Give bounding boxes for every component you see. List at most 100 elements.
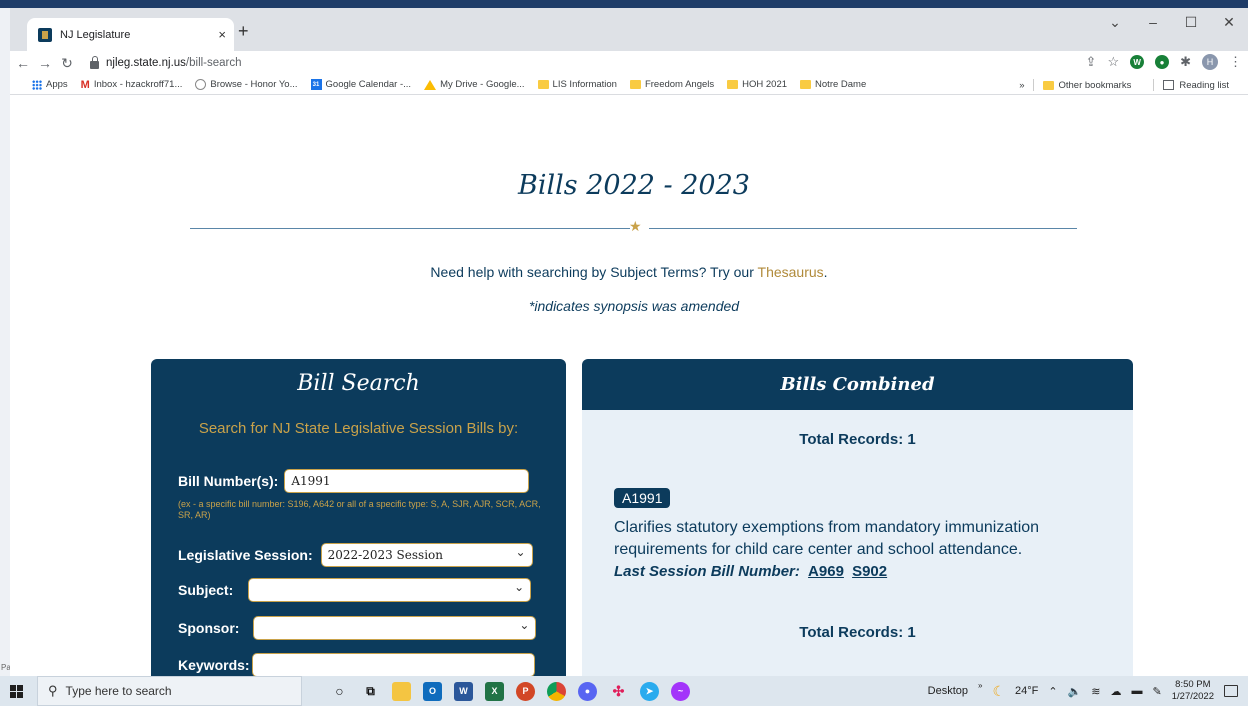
- gmail-icon: M: [80, 78, 90, 91]
- task-view-icon[interactable]: ⧉: [361, 682, 380, 701]
- file-explorer-icon[interactable]: [392, 681, 411, 701]
- tab-search-icon[interactable]: ⌄: [1096, 14, 1134, 31]
- discord-icon[interactable]: ●: [578, 681, 597, 701]
- close-tab-icon[interactable]: ×: [218, 27, 226, 42]
- desktop-left-strip: Pa: [0, 8, 11, 676]
- excel-icon[interactable]: X: [485, 681, 504, 701]
- windows-taskbar: ⚲ Type here to search ○ ⧉ O W X P ● ✣ ➤ …: [0, 676, 1248, 706]
- folder-icon: [800, 80, 812, 89]
- bill-number-input[interactable]: A1991: [284, 469, 530, 493]
- new-tab-button[interactable]: +: [238, 21, 249, 42]
- forward-arrow-icon[interactable]: →: [34, 55, 56, 71]
- keywords-row: Keywords:: [178, 653, 535, 676]
- volume-icon[interactable]: 🔈: [1068, 685, 1082, 698]
- profile-avatar[interactable]: H: [1202, 54, 1218, 70]
- extension-w-icon[interactable]: W: [1130, 55, 1145, 69]
- search-icon: ⚲: [48, 683, 58, 698]
- cortana-icon[interactable]: ○: [330, 682, 349, 701]
- web-page: Bills 2022 - 2023 ★ Need help with searc…: [10, 95, 1248, 676]
- clock-date: 1/27/2022: [1171, 691, 1214, 702]
- share-icon[interactable]: ⇪: [1086, 54, 1097, 70]
- desktop-toolbar-label[interactable]: Desktop: [928, 685, 968, 697]
- bookmark-honor[interactable]: Browse - Honor Yo...: [195, 79, 298, 90]
- thesaurus-link[interactable]: Thesaurus: [758, 264, 824, 280]
- bookmark-google-calendar[interactable]: 31 Google Calendar -...: [310, 79, 411, 90]
- reading-list[interactable]: Reading list: [1163, 80, 1229, 91]
- subject-label: Subject:: [178, 582, 234, 598]
- notification-icon[interactable]: [1224, 685, 1238, 697]
- keywords-input[interactable]: [251, 653, 535, 676]
- back-arrow-icon[interactable]: ←: [12, 55, 34, 71]
- browser-window: NJ Legislature × + ⌄ – ☐ ✕ ← → ↻ njleg.s…: [10, 8, 1248, 676]
- subject-select[interactable]: [248, 578, 532, 602]
- network-icon[interactable]: ≋: [1091, 685, 1100, 698]
- desktop-top-strip: [0, 0, 1248, 8]
- sponsor-label: Sponsor:: [178, 620, 240, 636]
- window-controls: ⌄ – ☐ ✕: [1096, 14, 1248, 31]
- folder-icon: [537, 80, 549, 89]
- bill-search-subtitle: Search for NJ State Legislative Session …: [198, 420, 519, 437]
- bookmark-star-icon[interactable]: ☆: [1107, 54, 1119, 70]
- minimize-icon[interactable]: –: [1134, 14, 1172, 31]
- legislative-session-row: Legislative Session: 2022-2023 Session: [178, 543, 533, 567]
- battery-icon[interactable]: ▬: [1132, 685, 1143, 697]
- last-session-bill-link[interactable]: S902: [852, 563, 887, 580]
- browser-toolbar: ← → ↻ njleg.state.nj.us/bill-search ⇪ ☆ …: [10, 51, 1248, 75]
- bill-number-hint: (ex - a specific bill number: S196, A642…: [178, 499, 541, 520]
- amended-note: *indicates synopsis was amended: [528, 298, 740, 314]
- reload-icon[interactable]: ↻: [56, 55, 78, 72]
- bookmark-notre-dame[interactable]: Notre Dame: [800, 79, 866, 90]
- extension-green-icon[interactable]: ●: [1155, 55, 1170, 69]
- bookmark-freedom-angels[interactable]: Freedom Angels: [629, 79, 714, 90]
- close-window-icon[interactable]: ✕: [1210, 14, 1248, 31]
- drive-icon: [424, 79, 437, 90]
- apps-grid-icon: [32, 79, 42, 90]
- bill-synopsis: Clarifies statutory exemptions from mand…: [614, 519, 1040, 558]
- tab-nj-legislature[interactable]: NJ Legislature ×: [27, 18, 234, 51]
- chrome-icon[interactable]: [547, 681, 566, 701]
- bookmark-lis-information[interactable]: LIS Information: [537, 79, 617, 90]
- bookmarks-bar: Apps M Inbox - hzackroff71... Browse - Ho…: [10, 75, 1248, 95]
- taskbar-search-placeholder: Type here to search: [65, 684, 172, 698]
- taskbar-clock[interactable]: 8:50 PM 1/27/2022: [1172, 679, 1214, 703]
- legislative-session-select[interactable]: 2022-2023 Session: [320, 543, 533, 567]
- toolbar-chevron-icon[interactable]: »: [978, 681, 982, 690]
- tray-chevron-up-icon[interactable]: ⌃: [1048, 685, 1057, 698]
- taskbar-search-box[interactable]: ⚲ Type here to search: [37, 676, 302, 706]
- weather-icon[interactable]: ☾: [992, 683, 1005, 700]
- bill-badge[interactable]: A1991: [614, 488, 671, 508]
- address-bar[interactable]: njleg.state.nj.us/bill-search: [106, 57, 242, 69]
- folder-icon: [629, 80, 641, 89]
- bookmark-inbox[interactable]: M Inbox - hzackroff71...: [81, 79, 183, 91]
- powerpoint-icon[interactable]: P: [516, 681, 535, 701]
- word-icon[interactable]: W: [454, 681, 473, 701]
- windows-start-icon[interactable]: [10, 684, 23, 698]
- bill-search-title: Bill Search: [297, 371, 420, 396]
- divider-line-right: [649, 228, 1077, 229]
- bookmarks-overflow-icon[interactable]: »: [1019, 80, 1024, 91]
- maximize-icon[interactable]: ☐: [1172, 14, 1210, 31]
- url-domain: njleg.state.nj.us: [106, 57, 186, 69]
- last-session-bill-link[interactable]: A969: [808, 563, 844, 580]
- bill-search-panel: Bill Search Search for NJ State Legislat…: [151, 359, 566, 676]
- weather-temperature[interactable]: 24°F: [1015, 685, 1038, 697]
- bookmark-hoh-2021[interactable]: HOH 2021: [727, 79, 787, 90]
- lock-icon[interactable]: [90, 56, 99, 69]
- tab-strip: NJ Legislature × + ⌄ – ☐ ✕: [10, 8, 1248, 51]
- other-bookmarks[interactable]: Other bookmarks: [1043, 80, 1131, 91]
- url-path: /bill-search: [185, 57, 242, 69]
- bookmark-my-drive[interactable]: My Drive - Google...: [424, 79, 525, 90]
- pen-icon[interactable]: ✎: [1153, 685, 1162, 698]
- messenger-icon[interactable]: ~: [671, 681, 690, 701]
- menu-dots-icon[interactable]: ⋮: [1229, 54, 1242, 70]
- outlook-icon[interactable]: O: [423, 681, 442, 701]
- extensions-puzzle-icon[interactable]: ✱: [1180, 54, 1191, 70]
- slack-icon[interactable]: ✣: [609, 682, 628, 701]
- telegram-icon[interactable]: ➤: [640, 681, 659, 701]
- honor-icon: [195, 79, 207, 90]
- bookmark-apps[interactable]: Apps: [32, 79, 68, 90]
- divider-line-left: [190, 228, 630, 229]
- sponsor-select[interactable]: [253, 616, 537, 640]
- bookmark-separator: [1153, 79, 1155, 91]
- onedrive-icon[interactable]: ☁: [1111, 685, 1122, 698]
